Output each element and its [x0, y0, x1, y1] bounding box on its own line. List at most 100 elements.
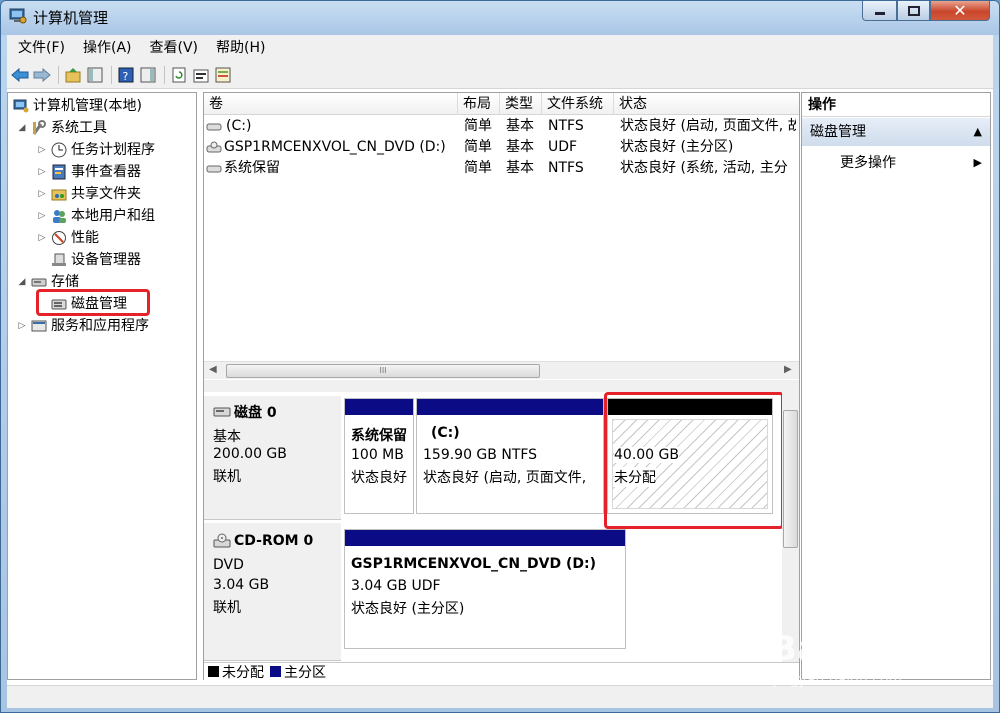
- forward-button[interactable]: [33, 66, 51, 84]
- disk-name: CD-ROM 0: [234, 533, 314, 549]
- partition-bar-primary: [345, 399, 413, 415]
- volume-layout: 简单: [464, 160, 492, 176]
- column-volume[interactable]: 卷: [204, 93, 458, 115]
- volume-drive-icon: [206, 123, 222, 130]
- volume-row[interactable]: GSP1RMCENXVOL_CN_DVD (D:) 简单 基本 UDF 状态良好…: [204, 137, 799, 158]
- tree-label-services-apps: 服务和应用程序: [51, 318, 149, 334]
- collapsed-triangle-icon[interactable]: ▷: [16, 315, 28, 337]
- menu-help[interactable]: 帮助(H): [205, 35, 272, 61]
- more-actions-item[interactable]: 更多操作 ▶: [802, 151, 990, 175]
- tree-item-task-scheduler[interactable]: ▷ 任务计划程序: [36, 139, 155, 161]
- show-hide-tree-button[interactable]: [86, 66, 104, 84]
- collapse-up-icon[interactable]: ▲: [974, 118, 982, 146]
- tree-item-local-users[interactable]: ▷ 本地用户和组: [36, 205, 155, 227]
- minimize-button[interactable]: [862, 1, 897, 21]
- menu-view[interactable]: 查看(V): [139, 35, 206, 61]
- hscroll-thumb[interactable]: III: [226, 364, 540, 378]
- show-action-pane-button[interactable]: [139, 66, 157, 84]
- tree-item-services-apps[interactable]: ▷ 服务和应用程序: [16, 315, 149, 337]
- volume-fs: NTFS: [548, 160, 584, 176]
- tree-item-event-viewer[interactable]: ▷ 事件查看器: [36, 161, 141, 183]
- disk0-label[interactable]: 磁盘 0 基本 200.00 GB 联机: [204, 396, 341, 520]
- expanded-triangle-icon[interactable]: ◢: [16, 117, 28, 139]
- baidu-logo: Bai 经验 jingyan.baidu.com: [771, 629, 931, 688]
- column-filesystem[interactable]: 文件系统: [542, 93, 614, 115]
- collapsed-triangle-icon[interactable]: ▷: [36, 227, 48, 249]
- back-button[interactable]: [11, 66, 29, 84]
- collapsed-triangle-icon[interactable]: ▷: [36, 161, 48, 183]
- partition-dvd[interactable]: GSP1RMCENXVOL_CN_DVD (D:) 3.04 GB UDF 状态…: [344, 529, 626, 649]
- refresh-button[interactable]: [170, 66, 188, 84]
- forward-arrow-icon: [33, 67, 51, 82]
- actions-section-label: 磁盘管理: [810, 124, 866, 140]
- partition-size: 159.90 GB NTFS: [423, 447, 538, 463]
- vscroll-thumb[interactable]: [783, 410, 798, 548]
- partition-name: 系统保留: [351, 428, 407, 444]
- scroll-right-icon[interactable]: ▶: [784, 364, 792, 375]
- export-list-icon: [215, 67, 231, 82]
- legend-unallocated-swatch: [208, 666, 219, 677]
- partition-system-reserved[interactable]: 系统保留 100 MB 状态良好: [344, 398, 414, 514]
- actions-section-disk-management[interactable]: 磁盘管理 ▲: [802, 118, 990, 146]
- volume-status: 状态良好 (系统, 活动, 主分: [620, 160, 788, 176]
- tree-item-root[interactable]: 计算机管理(本地): [10, 95, 142, 117]
- maximize-button[interactable]: [897, 1, 930, 21]
- export-list-button[interactable]: [214, 66, 232, 84]
- column-layout[interactable]: 布局: [458, 93, 500, 115]
- partition-c[interactable]: (C:) 159.90 GB NTFS 状态良好 (启动, 页面文件,: [416, 398, 604, 514]
- volume-type: 基本: [506, 139, 534, 155]
- collapsed-triangle-icon[interactable]: ▷: [36, 139, 48, 161]
- collapsed-triangle-icon[interactable]: ▷: [36, 205, 48, 227]
- tree-item-device-manager[interactable]: 设备管理器: [48, 249, 141, 271]
- disk-map-area: 磁盘 0 基本 200.00 GB 联机 系统保留 100 MB 状态良好 (C…: [204, 392, 799, 662]
- properties-button[interactable]: [192, 66, 210, 84]
- title-bar[interactable]: 计算机管理 ✕: [1, 1, 999, 35]
- volume-list-hscrollbar[interactable]: ◀ III ▶: [204, 361, 799, 379]
- disk-size: 3.04 GB: [213, 577, 270, 593]
- minimize-icon: [874, 11, 885, 15]
- back-arrow-icon: [11, 67, 29, 82]
- tree-item-system-tools[interactable]: ◢ 系统工具: [16, 117, 107, 139]
- disk-map-vscrollbar[interactable]: [782, 392, 799, 662]
- more-actions-label: 更多操作: [840, 155, 896, 171]
- console-tree-pane: 计算机管理(本地) ◢ 系统工具 ▷ 任务计划程序 ▷ 事件查看器 ▷ 共享文件…: [7, 92, 197, 680]
- tree-item-shared-folders[interactable]: ▷ 共享文件夹: [36, 183, 141, 205]
- volume-name: GSP1RMCENXVOL_CN_DVD (D:): [224, 139, 446, 155]
- volume-layout: 简单: [464, 118, 492, 134]
- svg-text:jingyan.baidu.com: jingyan.baidu.com: [772, 672, 902, 688]
- cdrom0-label[interactable]: CD-ROM 0 DVD 3.04 GB 联机: [204, 523, 341, 661]
- menu-action[interactable]: 操作(A): [72, 35, 139, 61]
- disk-management-pane: 卷 布局 类型 文件系统 状态 (C:) 简单 基本 NTFS 状态良好 (启动…: [203, 92, 800, 681]
- action-pane-icon: [140, 67, 156, 82]
- baidu-watermark: Bai 经验 jingyan.baidu.com: [771, 626, 971, 692]
- scroll-left-icon[interactable]: ◀: [209, 364, 217, 375]
- tree-label-task-scheduler: 任务计划程序: [71, 142, 155, 158]
- close-icon: ✕: [953, 1, 967, 20]
- volume-fs: UDF: [548, 139, 578, 155]
- disk-state: 联机: [213, 469, 241, 485]
- menu-file[interactable]: 文件(F): [7, 35, 72, 61]
- pane-splitter[interactable]: [204, 380, 799, 392]
- partition-name: (C:): [431, 425, 460, 441]
- partition-bar-primary: [345, 530, 625, 546]
- refresh-icon: [172, 67, 186, 82]
- collapsed-triangle-icon[interactable]: ▷: [36, 183, 48, 205]
- volume-row[interactable]: (C:) 简单 基本 NTFS 状态良好 (启动, 页面文件, 故: [204, 116, 799, 137]
- close-button[interactable]: ✕: [930, 1, 990, 21]
- up-level-button[interactable]: [64, 66, 82, 84]
- volume-row[interactable]: 系统保留 简单 基本 NTFS 状态良好 (系统, 活动, 主分: [204, 158, 799, 179]
- column-status[interactable]: 状态: [614, 93, 799, 115]
- help-button[interactable]: ?: [117, 66, 135, 84]
- disk-name: 磁盘 0: [234, 405, 277, 421]
- performance-icon: [50, 230, 68, 246]
- tree-item-performance[interactable]: ▷ 性能: [36, 227, 99, 249]
- column-type[interactable]: 类型: [500, 93, 542, 115]
- disk-kind: 基本: [213, 429, 241, 445]
- expanded-triangle-icon[interactable]: ◢: [16, 271, 28, 293]
- disk-management-highlight: [36, 289, 150, 316]
- computer-management-icon: [9, 8, 27, 24]
- hard-disk-icon: [213, 407, 231, 417]
- actions-pane: 操作 磁盘管理 ▲ 更多操作 ▶: [801, 92, 991, 680]
- storage-icon: [30, 274, 48, 290]
- console-tree-icon: [87, 67, 103, 82]
